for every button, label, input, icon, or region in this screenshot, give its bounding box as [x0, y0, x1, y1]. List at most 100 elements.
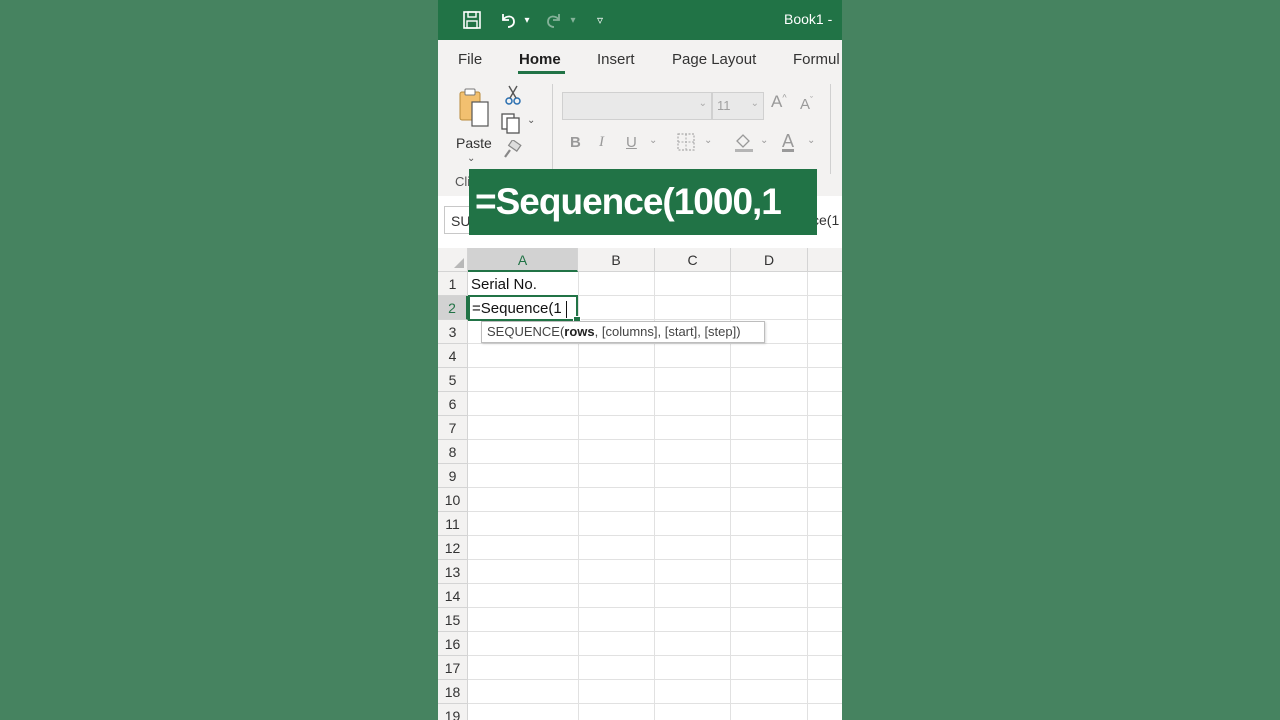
gridline-horizontal — [468, 511, 842, 512]
row-header-12[interactable]: 12 — [438, 536, 468, 560]
column-header-b[interactable]: B — [578, 248, 655, 272]
undo-dropdown-icon[interactable]: ▾ — [520, 9, 534, 31]
cell-a2-editing-text: =Sequence(1 — [472, 300, 562, 317]
function-tooltip[interactable]: SEQUENCE(rows, [columns], [start], [step… — [481, 321, 765, 343]
gridline-horizontal — [468, 535, 842, 536]
window-title: Book1 - — [784, 11, 833, 27]
row-header-10[interactable]: 10 — [438, 488, 468, 512]
row-header-14[interactable]: 14 — [438, 584, 468, 608]
gridline-horizontal — [468, 367, 842, 368]
column-header-e[interactable] — [808, 248, 842, 272]
font-color-icon[interactable]: A — [782, 131, 794, 152]
formula-overlay-banner: =Sequence(1000,1 — [469, 169, 817, 235]
tab-home[interactable]: Home — [519, 51, 561, 68]
gridline-horizontal — [468, 559, 842, 560]
font-size-select[interactable]: 11 ⌄ — [712, 92, 764, 120]
row-header-1[interactable]: 1 — [438, 272, 468, 296]
chevron-down-icon: ⌄ — [750, 98, 759, 109]
italic-button[interactable]: I — [599, 134, 604, 151]
row-header-19[interactable]: 19 — [438, 704, 468, 720]
active-tab-indicator — [518, 71, 565, 74]
cut-icon[interactable] — [504, 84, 522, 110]
worksheet-grid: A B C D 1 2 3 4 5 6 7 8 9 10 11 12 13 14 15 16 17 18 19 Se… — [438, 248, 842, 720]
redo-icon[interactable] — [542, 9, 566, 31]
background-left — [0, 0, 438, 720]
row-header-2[interactable]: 2 — [438, 296, 468, 320]
tab-page-layout[interactable]: Page Layout — [672, 51, 756, 68]
text-cursor — [566, 301, 567, 318]
font-color-dropdown-icon[interactable]: ⌄ — [807, 135, 815, 146]
fill-color-dropdown-icon[interactable]: ⌄ — [760, 135, 768, 146]
ribbon-tabs: File Home Insert Page Layout Formul — [438, 40, 842, 78]
title-bar: ▾ ▾ ▿ Book1 - — [438, 0, 842, 40]
row-header-3[interactable]: 3 — [438, 320, 468, 344]
save-icon[interactable] — [460, 9, 484, 31]
gridline-horizontal — [468, 655, 842, 656]
tab-insert[interactable]: Insert — [597, 51, 635, 68]
font-name-select[interactable]: ⌄ — [562, 92, 712, 120]
banner-text: =Sequence(1000,1 — [475, 181, 782, 222]
row-header-6[interactable]: 6 — [438, 392, 468, 416]
row-header-16[interactable]: 16 — [438, 632, 468, 656]
paste-label: Paste — [456, 135, 492, 151]
row-header-7[interactable]: 7 — [438, 416, 468, 440]
row-header-11[interactable]: 11 — [438, 512, 468, 536]
copy-icon[interactable] — [500, 112, 522, 138]
column-header-d[interactable]: D — [731, 248, 808, 272]
borders-icon[interactable] — [677, 133, 695, 155]
paste-button[interactable]: Paste ⌄ — [452, 86, 494, 166]
active-cell-a2[interactable]: =Sequence(1 — [468, 295, 578, 321]
background-right — [842, 0, 1280, 720]
gridline-horizontal — [468, 439, 842, 440]
row-header-5[interactable]: 5 — [438, 368, 468, 392]
gridline-horizontal — [468, 607, 842, 608]
cell-a1[interactable]: Serial No. — [471, 276, 537, 293]
tooltip-function-name: SEQUENCE( — [487, 324, 565, 339]
font-separator — [830, 84, 831, 174]
bold-button[interactable]: B — [570, 134, 581, 151]
gridline-horizontal — [468, 415, 842, 416]
increase-font-size-icon[interactable]: A^ — [771, 92, 787, 112]
column-header-c[interactable]: C — [655, 248, 731, 272]
gridline-horizontal — [468, 679, 842, 680]
borders-dropdown-icon[interactable]: ⌄ — [704, 135, 712, 146]
decrease-font-size-icon[interactable]: Aˇ — [800, 95, 813, 113]
column-header-a[interactable]: A — [468, 248, 578, 272]
gridline-horizontal — [468, 583, 842, 584]
gridline-horizontal — [468, 487, 842, 488]
paste-icon — [459, 88, 489, 127]
row-header-9[interactable]: 9 — [438, 464, 468, 488]
gridline-vertical — [807, 272, 808, 720]
tab-file[interactable]: File — [458, 51, 482, 68]
select-all-button[interactable] — [438, 248, 468, 272]
excel-window: ▾ ▾ ▿ Book1 - File Home Insert Page Layo… — [438, 0, 842, 720]
gridline-horizontal — [468, 703, 842, 704]
underline-dropdown-icon[interactable]: ⌄ — [649, 135, 657, 146]
format-painter-icon[interactable] — [502, 138, 522, 164]
row-header-4[interactable]: 4 — [438, 344, 468, 368]
gridline-horizontal — [468, 631, 842, 632]
redo-dropdown-icon[interactable]: ▾ — [566, 9, 580, 31]
row-header-13[interactable]: 13 — [438, 560, 468, 584]
gridline-horizontal — [468, 463, 842, 464]
undo-icon[interactable] — [496, 9, 520, 31]
copy-dropdown-icon[interactable]: ⌄ — [527, 115, 535, 126]
row-header-18[interactable]: 18 — [438, 680, 468, 704]
tab-formulas[interactable]: Formul — [793, 51, 840, 68]
customize-quick-access-icon[interactable]: ▿ — [592, 9, 608, 31]
row-header-17[interactable]: 17 — [438, 656, 468, 680]
underline-button[interactable]: U — [626, 134, 637, 151]
row-header-15[interactable]: 15 — [438, 608, 468, 632]
clipboard-group-label: Cli — [455, 174, 471, 189]
fill-color-icon[interactable] — [733, 131, 755, 157]
tooltip-current-arg: rows — [564, 324, 595, 339]
clipboard-separator — [552, 84, 553, 174]
gridline-horizontal — [468, 343, 842, 344]
select-all-triangle-icon — [454, 258, 464, 268]
chevron-down-icon: ⌄ — [698, 98, 707, 109]
tooltip-remaining-args: , [columns], [start], [step]) — [594, 324, 741, 339]
font-size-value: 11 — [717, 98, 731, 113]
row-header-8[interactable]: 8 — [438, 440, 468, 464]
paste-dropdown-icon[interactable]: ⌄ — [467, 153, 475, 164]
gridline-horizontal — [468, 391, 842, 392]
